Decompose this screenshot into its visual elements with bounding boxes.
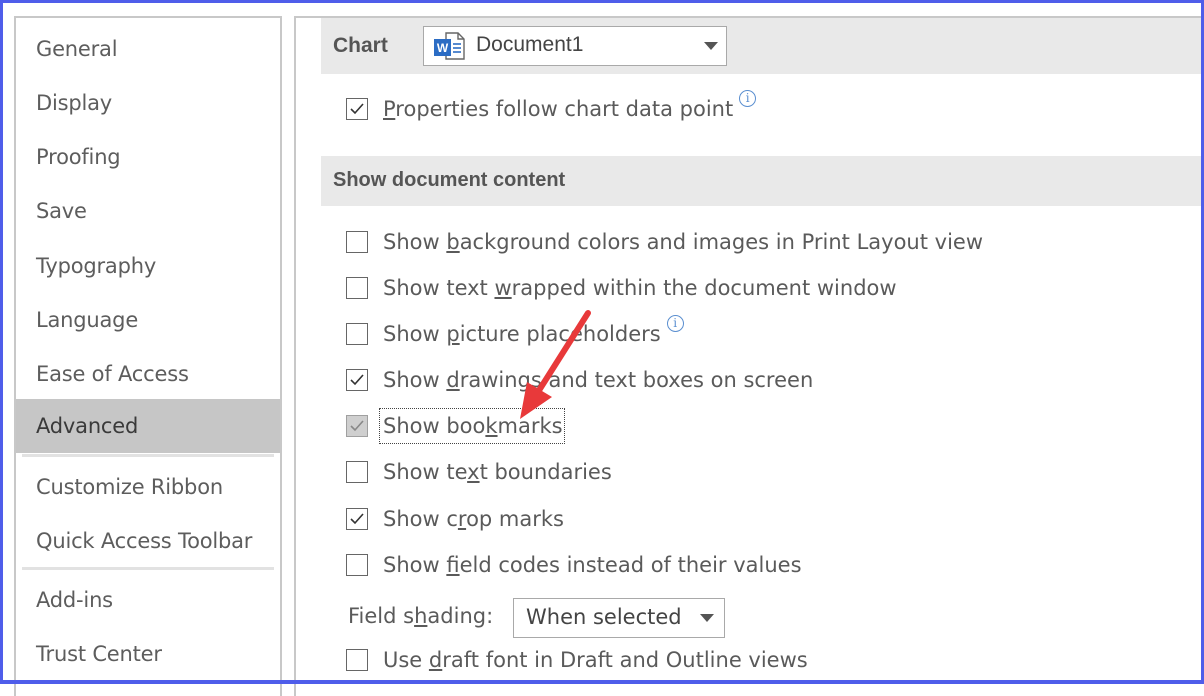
- chart-section-header: Chart W Document1: [321, 18, 1204, 74]
- checkbox[interactable]: [346, 369, 368, 391]
- options-sidebar: General Display Proofing Save Typography…: [14, 16, 282, 696]
- sidebar-item-add-ins[interactable]: Add-ins: [16, 573, 280, 627]
- checkbox[interactable]: [346, 415, 368, 437]
- sidebar-item-quick-access-toolbar[interactable]: Quick Access Toolbar: [16, 514, 280, 568]
- field-shading-select[interactable]: When selected: [513, 598, 725, 638]
- sidebar-item-general[interactable]: General: [16, 22, 280, 76]
- option-label: Use draft font in Draft and Outline view…: [383, 648, 808, 672]
- sidebar-item-typography[interactable]: Typography: [16, 239, 280, 293]
- info-icon[interactable]: i: [739, 90, 757, 107]
- sidebar-item-trust-center[interactable]: Trust Center: [16, 627, 280, 681]
- sidebar-item-save[interactable]: Save: [16, 184, 280, 238]
- checkbox[interactable]: [346, 277, 368, 299]
- svg-text:W: W: [437, 41, 449, 55]
- show-document-content-header: Show document content: [321, 156, 1204, 206]
- chevron-down-icon: [700, 614, 714, 622]
- option-label: Show bookmarks: [383, 414, 563, 438]
- checkbox[interactable]: [346, 231, 368, 253]
- field-shading-value: When selected: [526, 605, 682, 629]
- checkbox[interactable]: [346, 554, 368, 576]
- checkbox[interactable]: [346, 323, 368, 345]
- option-label: Show text wrapped within the document wi…: [383, 276, 897, 300]
- sidebar-item-language[interactable]: Language: [16, 293, 280, 347]
- sidebar-item-advanced[interactable]: Advanced: [16, 399, 280, 453]
- sidebar-item-ease-of-access[interactable]: Ease of Access: [16, 347, 280, 401]
- checkmark-icon: [350, 420, 364, 432]
- word-document-icon: W: [434, 32, 465, 60]
- checkmark-icon: [350, 513, 364, 525]
- sidebar-divider: [22, 567, 274, 570]
- checkbox[interactable]: [346, 508, 368, 530]
- sidebar-divider: [22, 454, 274, 457]
- field-shading-label: Field shading:: [348, 604, 494, 628]
- option-label: Show field codes instead of their values: [383, 553, 802, 577]
- option-label: Show text boundaries: [383, 460, 612, 484]
- checkbox[interactable]: [346, 461, 368, 483]
- checkbox[interactable]: [346, 98, 368, 120]
- sidebar-item-customize-ribbon[interactable]: Customize Ribbon: [16, 460, 280, 514]
- option-label: Show picture placeholders i: [383, 315, 684, 349]
- option-label: Show crop marks: [383, 507, 564, 531]
- sidebar-item-proofing[interactable]: Proofing: [16, 130, 280, 184]
- chart-section-title: Chart: [333, 34, 388, 57]
- info-icon[interactable]: i: [666, 315, 684, 332]
- checkmark-icon: [350, 103, 364, 115]
- chart-document-select-value: Document1: [476, 33, 584, 56]
- checkbox[interactable]: [346, 649, 368, 671]
- option-label: Show drawings and text boxes on screen: [383, 368, 814, 392]
- checkmark-icon: [350, 374, 364, 386]
- sidebar-item-display[interactable]: Display: [16, 76, 280, 130]
- advanced-options-pane: Chart W Document1 Properties follow char…: [294, 16, 1204, 696]
- chevron-down-icon: [704, 42, 718, 50]
- section-title: Show document content: [333, 169, 566, 191]
- chart-document-select[interactable]: W Document1: [423, 26, 727, 66]
- option-label: Show background colors and images in Pri…: [383, 230, 983, 254]
- option-label: Properties follow chart data point i: [383, 90, 757, 124]
